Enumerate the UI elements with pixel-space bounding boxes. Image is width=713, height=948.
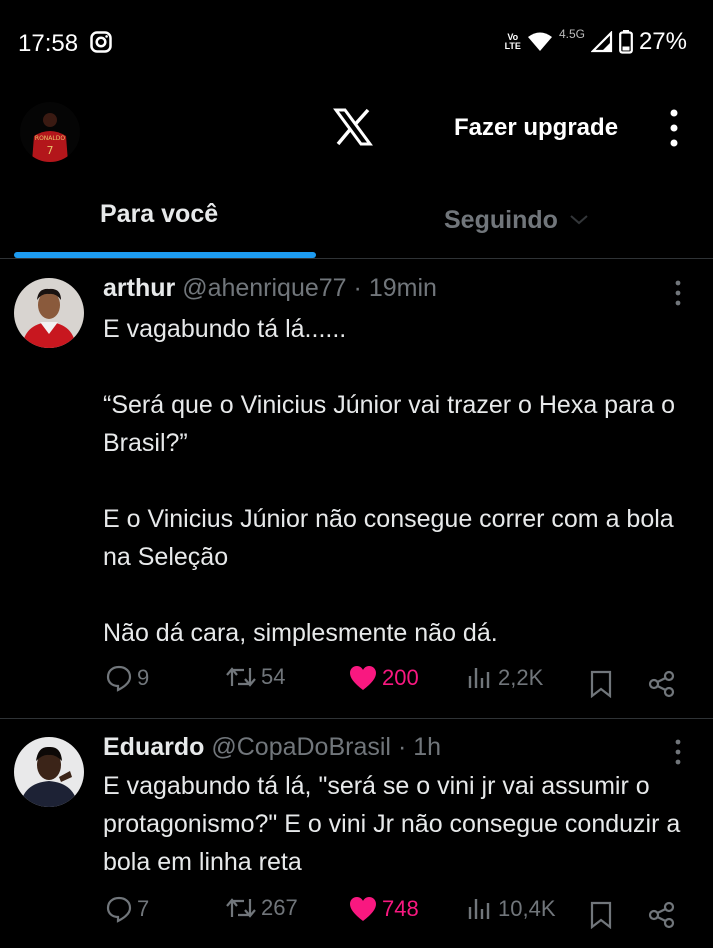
author-handle[interactable]: @CopaDoBrasil [211,733,391,761]
view-count: 10,4K [498,896,556,921]
reply-button[interactable]: 9 [105,664,149,692]
tabs-divider [0,258,713,259]
retweet-button[interactable]: 54 [225,664,285,690]
profile-avatar[interactable]: RONALDO 7 [20,102,80,162]
view-count: 2,2K [498,665,544,690]
retweet-icon [226,667,256,687]
tweet-paragraph: E o Vinicius Júnior não consegue correr … [103,505,674,571]
like-button[interactable]: 200 [348,664,419,692]
tweet-header: arthur @ahenrique77 · 19min [103,274,437,303]
instagram-icon [90,31,112,53]
tab-following[interactable]: Seguindo [444,200,588,240]
author-handle[interactable]: @ahenrique77 [182,274,346,302]
tweet-paragraph: E vagabundo tá lá...... [103,315,347,343]
tweet-paragraph: E vagabundo tá lá, "será se o vini jr va… [103,772,681,876]
tab-following-label: Seguindo [444,205,558,234]
timeline-tabs: Para você Seguindo [0,180,713,260]
share-icon[interactable] [648,901,676,929]
tweet-text: E vagabundo tá lá...... “Será que o Vini… [103,310,698,652]
tweet[interactable]: Eduardo @CopaDoBrasil · 1h E vagabundo t… [0,719,713,948]
battery-icon [619,30,633,54]
network-type: 4.5G [558,27,585,41]
tweet[interactable]: arthur @ahenrique77 · 19min E vagabundo … [0,260,713,720]
share-icon[interactable] [648,670,676,698]
views-chart-icon [468,668,490,688]
heart-filled-icon [350,666,376,690]
tweet-text: E vagabundo tá lá, "será se o vini jr va… [103,767,698,881]
top-header: RONALDO 7 Fazer upgrade [0,88,713,176]
tweet-paragraph: Não dá cara, simplesmente não dá. [103,619,498,647]
svg-text:7: 7 [47,144,54,157]
heart-filled-icon [350,897,376,921]
avatar[interactable] [14,278,84,348]
views-button[interactable]: 10,4K [466,895,556,923]
retweet-icon [226,898,256,918]
tweet-actions: 7 267 748 10,4K [0,895,713,935]
bookmark-icon[interactable] [589,901,613,929]
retweet-count: 267 [261,895,298,920]
tweet-header: Eduardo @CopaDoBrasil · 1h [103,733,441,762]
reply-count: 9 [137,665,150,690]
views-button[interactable]: 2,2K [466,664,543,692]
tweet-paragraph: “Será que o Vinicius Júnior vai trazer o… [103,391,676,457]
avatar[interactable] [14,737,84,807]
views-chart-icon [468,899,490,919]
author-name[interactable]: Eduardo [103,733,204,761]
avatar-image [14,737,84,807]
volte-icon: Vo LTE [504,32,521,51]
retweet-button[interactable]: 267 [225,895,298,921]
chevron-down-icon [570,215,588,225]
reply-button[interactable]: 7 [105,895,149,923]
signal-icon [590,31,613,53]
avatar-image [14,278,84,348]
battery-percent: 27% [638,28,687,55]
reply-icon [106,896,132,923]
like-count: 200 [382,665,419,690]
tweet-time: · 1h [397,733,442,761]
status-time: 17:58 [18,30,79,57]
tweet-more-icon[interactable] [674,280,682,306]
tweet-more-icon[interactable] [674,739,682,765]
retweet-count: 54 [261,664,286,689]
author-name[interactable]: arthur [103,274,175,302]
tab-for-you[interactable]: Para você [100,200,218,240]
status-indicators: Vo LTE 4.5G 27% [504,27,687,56]
more-options-icon[interactable] [664,108,684,148]
tweet-actions: 9 54 200 2,2K [0,664,713,704]
reply-icon [106,665,132,692]
wifi-icon [527,32,552,51]
bookmark-icon[interactable] [589,670,613,698]
status-bar: 17:58 Vo LTE 4.5G 27% [0,0,713,88]
like-button[interactable]: 748 [348,895,419,923]
svg-text:RONALDO: RONALDO [35,135,65,142]
like-count: 748 [382,896,419,921]
avatar-image: RONALDO 7 [20,102,80,162]
upgrade-button[interactable]: Fazer upgrade [454,114,618,142]
reply-count: 7 [137,896,150,921]
tweet-time: · 19min [353,274,437,302]
x-logo-icon[interactable] [333,108,373,146]
